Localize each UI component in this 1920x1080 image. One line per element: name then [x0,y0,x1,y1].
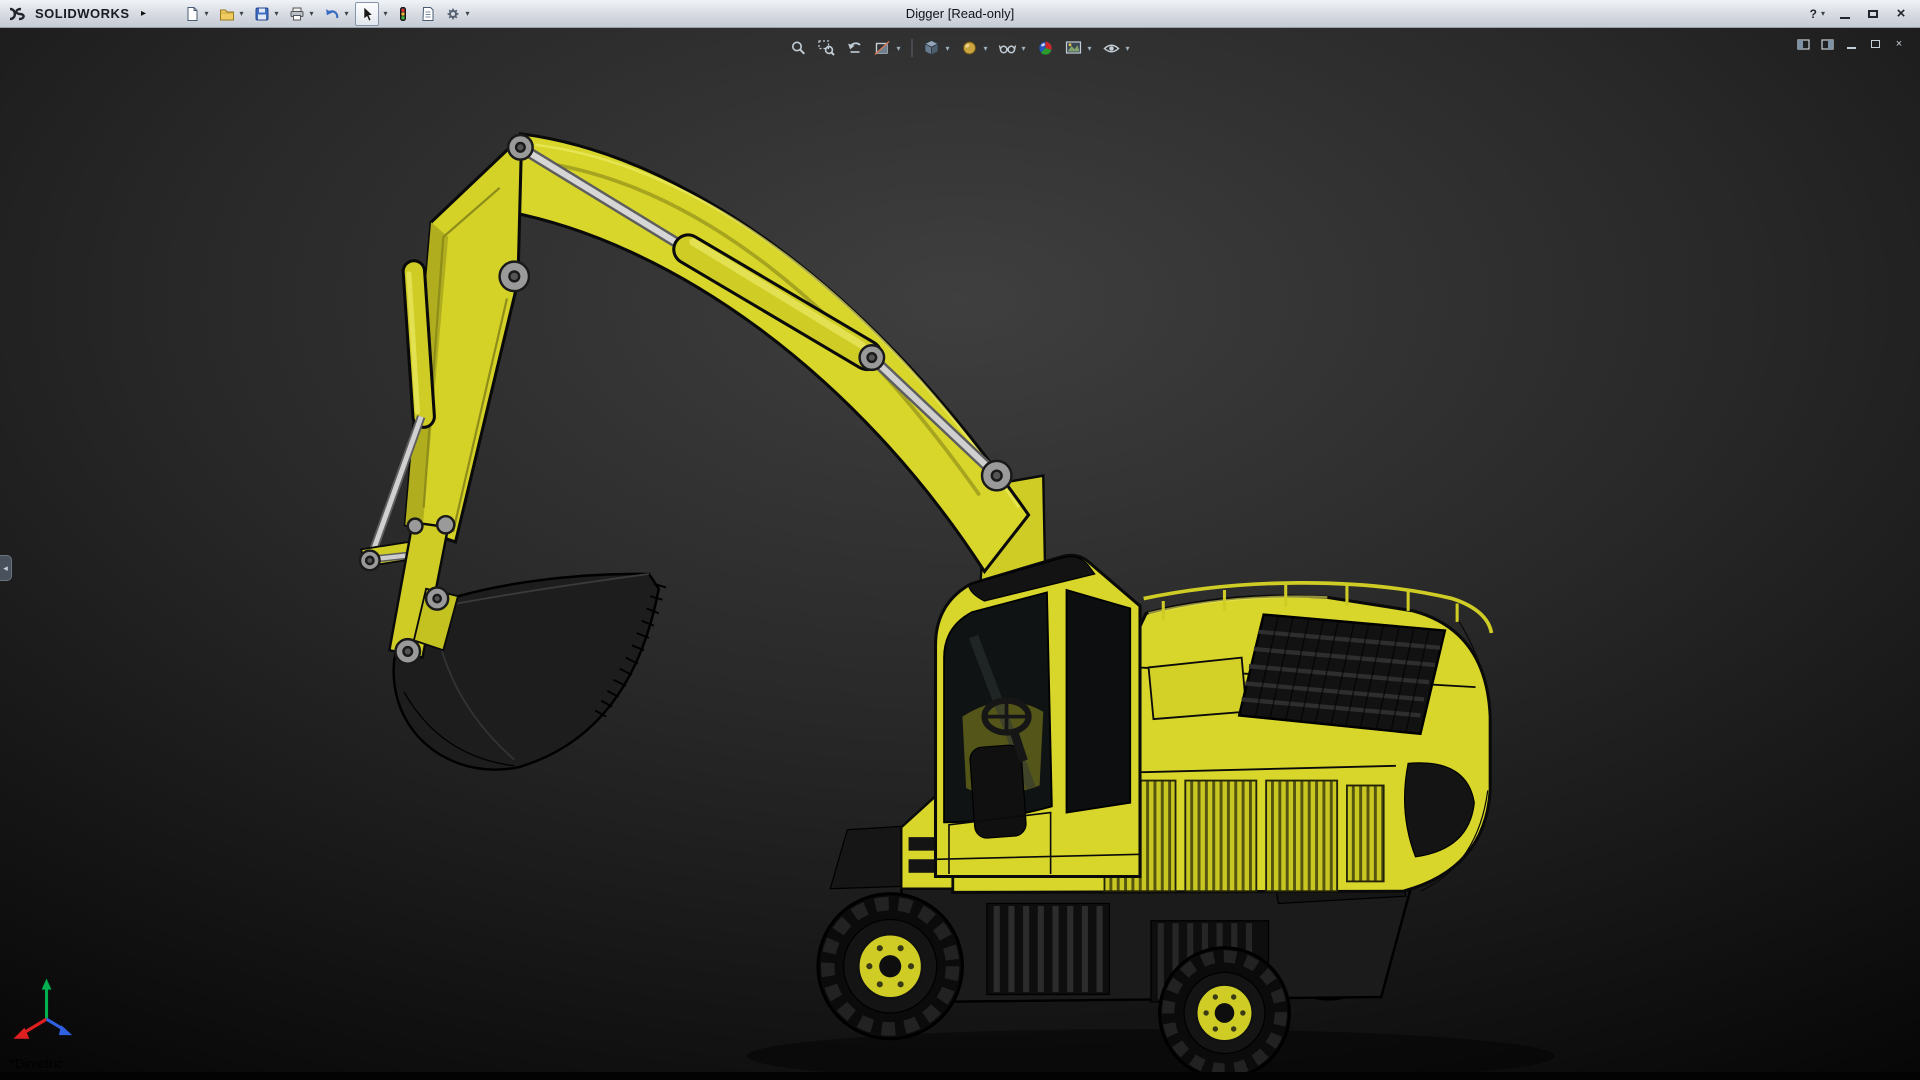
logo-area: SOLIDWORKS [8,6,130,22]
open-button[interactable]: ▾ [215,2,249,26]
new-document-icon [183,5,201,23]
window-title: Digger [Read-only] [906,0,1014,28]
select-cursor-icon [358,5,376,23]
zoom-to-fit-icon [789,38,809,58]
main-toolbar: ▾ ▾ ▾ ▾ ▾ ▾ [180,2,475,26]
edit-appearance-ball-icon [1036,38,1056,58]
dropdown-arrow-icon[interactable]: ▾ [238,9,246,18]
file-properties-icon [419,5,437,23]
menu-expand-arrow[interactable]: ▸ [136,4,152,24]
view-settings-icon [1102,38,1122,58]
rebuild-traffic-light-icon [394,5,412,23]
dropdown-arrow-icon[interactable]: ▾ [382,9,390,18]
minimize-button[interactable] [1832,3,1858,25]
dropdown-arrow-icon[interactable]: ▾ [895,44,903,53]
document-window-controls: × [1794,36,1908,52]
dropdown-arrow-icon[interactable]: ▾ [982,44,990,53]
previous-view-icon [845,38,865,58]
solidworks-logo [8,6,30,22]
pane-right-icon [1821,39,1834,50]
view-orientation-label: *Dimetric [10,1056,63,1071]
wheel-front-right [1160,948,1290,1072]
dropdown-arrow-icon[interactable]: ▾ [1124,44,1132,53]
title-bar: SOLIDWORKS ▸ ▾ ▾ ▾ ▾ ▾ [0,0,1920,28]
options-button[interactable]: ▾ [441,2,475,26]
minimize-document-button[interactable] [1842,36,1860,52]
new-button[interactable]: ▾ [180,2,214,26]
pane-toggle-right-button[interactable] [1818,36,1836,52]
3d-scene[interactable] [0,28,1920,1072]
help-button[interactable]: ? ▾ [1807,2,1830,26]
zoom-to-fit-button[interactable] [786,35,812,61]
cab [936,555,1140,876]
apply-scene-icon [1064,38,1084,58]
dropdown-arrow-icon[interactable]: ▾ [1020,44,1028,53]
save-floppy-icon [253,5,271,23]
zoom-to-area-button[interactable] [814,35,840,61]
print-button[interactable]: ▾ [285,2,319,26]
previous-view-button[interactable] [842,35,868,61]
undo-arrow-icon [323,5,341,23]
file-properties-button[interactable] [416,2,440,26]
close-document-button[interactable]: × [1890,36,1908,52]
dropdown-arrow-icon[interactable]: ▾ [1819,9,1827,18]
dropdown-arrow-icon[interactable]: ▾ [944,44,952,53]
featuremanager-flyout-tab[interactable]: ◂ [0,555,12,581]
apply-scene-button[interactable]: ▾ [1061,35,1097,61]
print-icon [288,5,306,23]
save-button[interactable]: ▾ [250,2,284,26]
view-orientation-button[interactable]: ▾ [919,35,955,61]
restore-icon [1871,40,1880,48]
graphics-viewport[interactable]: ▾ ▾ ▾ ▾ ▾ [0,28,1920,1072]
brand-text: SOLIDWORKS [35,6,130,21]
open-folder-icon [218,5,236,23]
display-style-icon [960,38,980,58]
dropdown-arrow-icon[interactable]: ▾ [1086,44,1094,53]
view-orientation-cube-icon [922,38,942,58]
bottom-edge-strip [0,1072,1920,1080]
select-button[interactable] [355,2,379,26]
options-gear-icon [444,5,462,23]
display-style-button[interactable]: ▾ [957,35,993,61]
pane-left-icon [1797,39,1810,50]
section-view-button[interactable]: ▾ [870,35,906,61]
dropdown-arrow-icon[interactable]: ▾ [203,9,211,18]
hide-show-items-button[interactable]: ▾ [995,35,1031,61]
heads-up-view-toolbar: ▾ ▾ ▾ ▾ ▾ [786,35,1135,61]
maximize-icon [1868,10,1878,18]
wheel-front-left [818,894,962,1039]
hide-show-items-icon [998,38,1018,58]
dropdown-arrow-icon[interactable]: ▾ [308,9,316,18]
rebuild-button[interactable] [391,2,415,26]
view-settings-button[interactable]: ▾ [1099,35,1135,61]
zoom-to-area-icon [817,38,837,58]
toolbar-separator [912,39,913,57]
edit-appearance-button[interactable] [1033,35,1059,61]
minimize-icon [1840,17,1850,19]
maximize-button[interactable] [1860,3,1886,25]
close-button[interactable]: × [1888,3,1914,25]
pane-toggle-left-button[interactable] [1794,36,1812,52]
restore-document-button[interactable] [1866,36,1884,52]
undo-button[interactable]: ▾ [320,2,354,26]
dropdown-arrow-icon[interactable]: ▾ [464,9,472,18]
help-icon: ? [1810,7,1817,21]
dropdown-arrow-icon[interactable]: ▾ [343,9,351,18]
minimize-icon [1847,47,1856,49]
section-view-icon [873,38,893,58]
dropdown-arrow-icon[interactable]: ▾ [273,9,281,18]
window-controls: ? ▾ × [1807,2,1914,26]
